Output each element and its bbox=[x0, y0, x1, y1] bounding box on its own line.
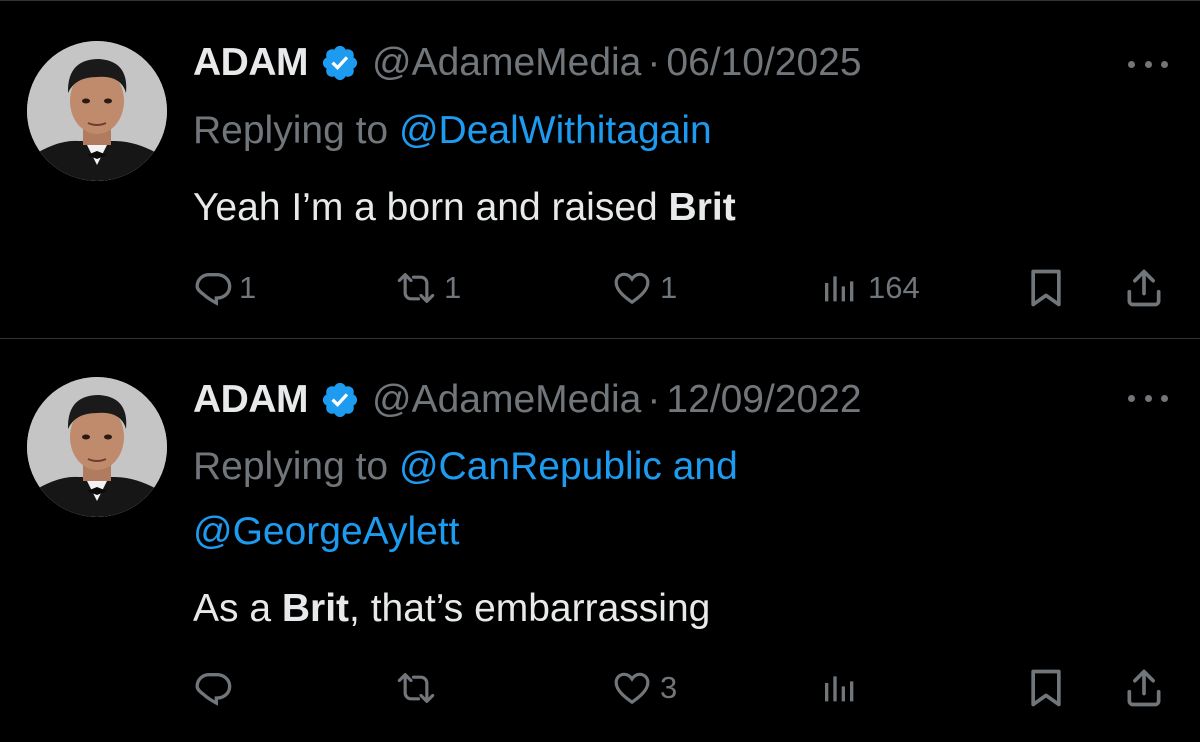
handle[interactable]: @AdameMedia bbox=[372, 378, 641, 422]
action-bar: 3 bbox=[0, 663, 1200, 713]
separator: · bbox=[647, 41, 661, 84]
reply-button[interactable]: 1 bbox=[193, 263, 256, 313]
action-bar: 1 1 1 164 bbox=[0, 263, 1200, 313]
display-name[interactable]: ADAM bbox=[193, 41, 308, 85]
ellipsis-icon bbox=[1128, 394, 1135, 402]
heart-icon bbox=[614, 272, 650, 305]
bookmark-button[interactable] bbox=[1024, 663, 1068, 713]
bookmark-icon bbox=[1031, 269, 1061, 307]
view-count: 164 bbox=[868, 270, 920, 305]
tweet[interactable]: ADAM @AdameMedia · 12/09/2022 Replying t… bbox=[0, 339, 1200, 742]
ellipsis-icon bbox=[1161, 394, 1168, 402]
repost-arrows-icon bbox=[397, 673, 435, 703]
share-upload-icon bbox=[1127, 669, 1161, 707]
like-button[interactable]: 3 bbox=[610, 663, 677, 713]
tweet[interactable]: ADAM @AdameMedia · 06/10/2025 Replying t… bbox=[0, 0, 1200, 339]
timestamp[interactable]: 06/10/2025 bbox=[666, 41, 861, 85]
verified-badge-icon bbox=[320, 43, 360, 83]
ellipsis-icon bbox=[1144, 394, 1152, 402]
replying-to-label: Replying to bbox=[193, 445, 389, 488]
repost-button[interactable]: 1 bbox=[394, 263, 461, 313]
share-upload-icon bbox=[1127, 269, 1161, 307]
mention-link[interactable]: @GeorgeAylett bbox=[193, 510, 460, 553]
bookmark-icon bbox=[1031, 669, 1061, 707]
ellipsis-icon bbox=[1161, 60, 1168, 68]
mention-link[interactable]: @DealWithitagain bbox=[399, 109, 712, 152]
like-button[interactable]: 1 bbox=[610, 263, 677, 313]
avatar[interactable] bbox=[27, 377, 167, 517]
speech-bubble-icon bbox=[195, 673, 232, 706]
replying-to: Replying to @DealWithitagain bbox=[193, 104, 712, 158]
reply-count: 1 bbox=[239, 270, 257, 305]
repost-count: 1 bbox=[444, 270, 462, 305]
bookmark-button[interactable] bbox=[1024, 263, 1068, 313]
tweet-text-part: Yeah I’m a born and raised bbox=[193, 186, 669, 229]
tweet-text-part: , that’s embarrassing bbox=[349, 587, 711, 630]
timestamp[interactable]: 12/09/2022 bbox=[666, 378, 861, 422]
heart-icon bbox=[614, 672, 650, 705]
replying-to-label: Replying to bbox=[193, 109, 389, 152]
tweet-header: ADAM @AdameMedia · 12/09/2022 bbox=[193, 375, 862, 425]
verified-badge-icon bbox=[320, 380, 360, 420]
tweet-text: As a Brit, that’s embarrassing bbox=[193, 584, 710, 634]
tweet-text-part: As a bbox=[193, 587, 282, 630]
tweet-header: ADAM @AdameMedia · 06/10/2025 bbox=[193, 38, 862, 88]
more-options-button[interactable] bbox=[1128, 58, 1168, 70]
ellipsis-icon bbox=[1144, 60, 1152, 68]
handle[interactable]: @AdameMedia bbox=[372, 41, 641, 85]
speech-bubble-icon bbox=[195, 273, 232, 306]
like-count: 1 bbox=[660, 270, 678, 305]
views-button[interactable]: 164 bbox=[818, 263, 920, 313]
display-name[interactable]: ADAM bbox=[193, 378, 308, 422]
repost-arrows-icon bbox=[397, 273, 435, 303]
share-button[interactable] bbox=[1122, 263, 1166, 313]
ellipsis-icon bbox=[1128, 60, 1135, 68]
tweet-text-bold: Brit bbox=[281, 587, 350, 630]
reply-button[interactable] bbox=[193, 663, 239, 713]
tweet-text: Yeah I’m a born and raised Brit bbox=[193, 183, 736, 233]
like-count: 3 bbox=[660, 670, 678, 705]
share-button[interactable] bbox=[1122, 663, 1166, 713]
repost-button[interactable] bbox=[394, 663, 444, 713]
more-options-button[interactable] bbox=[1128, 392, 1168, 404]
replying-to: Replying to @CanRepublic and bbox=[193, 440, 738, 494]
mention-link[interactable]: @CanRepublic and bbox=[399, 445, 738, 488]
replying-to-continued: @GeorgeAylett bbox=[193, 505, 460, 559]
separator: · bbox=[647, 378, 661, 421]
tweet-text-bold: Brit bbox=[668, 186, 736, 229]
views-button[interactable] bbox=[818, 663, 868, 713]
avatar[interactable] bbox=[27, 41, 167, 181]
bar-chart-icon bbox=[825, 276, 854, 302]
bar-chart-icon bbox=[825, 676, 854, 702]
